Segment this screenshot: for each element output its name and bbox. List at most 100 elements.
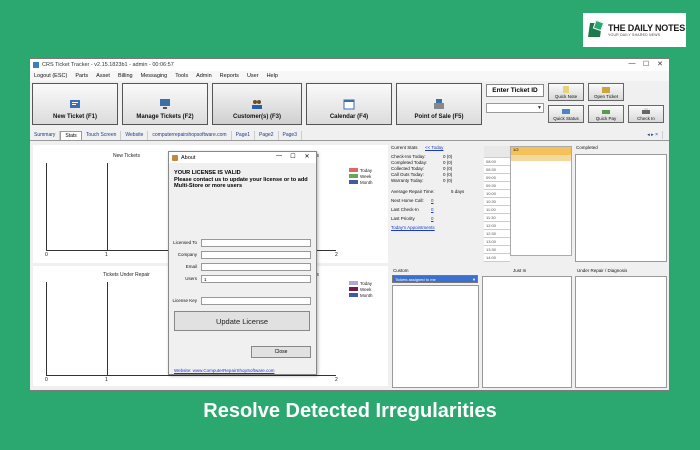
tab-touch-screen[interactable]: Touch Screen xyxy=(82,131,122,140)
tab-page2[interactable]: Page2 xyxy=(255,131,279,140)
point-of-sale-button[interactable]: Point of Sale (F5) xyxy=(396,83,482,125)
menu-admin[interactable]: Admin xyxy=(196,73,212,79)
manage-tickets-button[interactable]: Manage Tickets (F2) xyxy=(122,83,208,125)
license-key-field[interactable] xyxy=(201,297,311,305)
maximize-icon[interactable]: ☐ xyxy=(286,153,300,160)
quick-pay-button[interactable]: Quick Pay xyxy=(588,105,624,123)
completed-list[interactable] xyxy=(575,154,667,262)
last-priority-link[interactable]: 0 xyxy=(431,216,434,225)
menu-tools[interactable]: Tools xyxy=(175,73,188,79)
minimize-icon[interactable]: — xyxy=(625,60,639,68)
legend-swatch xyxy=(349,293,358,297)
minimize-icon[interactable]: — xyxy=(272,153,286,160)
legend-swatch xyxy=(349,180,358,184)
time-slots: 08:00 08:30 09:00 09:30 10:00 10:30 11:0… xyxy=(484,146,510,262)
company-label: Company xyxy=(177,252,197,257)
time-slot[interactable]: 08:30 xyxy=(484,166,510,174)
app-icon xyxy=(172,154,178,161)
open-ticket-button[interactable]: Open Ticket xyxy=(588,83,624,101)
time-slot[interactable]: 08:00 xyxy=(484,158,510,166)
x-tick: 0 xyxy=(45,252,48,258)
time-slot[interactable]: 13:30 xyxy=(484,246,510,254)
tab-website[interactable]: Website xyxy=(121,131,149,140)
x-axis xyxy=(46,375,336,376)
menu-reports[interactable]: Reports xyxy=(220,73,239,79)
logo-icon xyxy=(587,19,605,39)
custom-filter-select[interactable]: Tickets assigned to me ▼ xyxy=(392,275,478,283)
grid-line xyxy=(107,163,108,251)
appointments-link[interactable]: Today's Appointments xyxy=(391,225,435,234)
legend-swatch xyxy=(349,174,358,178)
chevron-down-icon: ▼ xyxy=(537,105,542,111)
update-license-button[interactable]: Update License xyxy=(174,311,310,331)
ticket-icon xyxy=(70,100,80,108)
printer-icon xyxy=(642,108,650,114)
time-slot[interactable]: 12:30 xyxy=(484,230,510,238)
tab-summary[interactable]: Summary xyxy=(30,131,61,140)
licensed-to-field[interactable] xyxy=(201,239,311,247)
today-link[interactable]: << Today xyxy=(425,145,443,154)
time-slot[interactable]: 13:00 xyxy=(484,238,510,246)
close-icon[interactable]: ✕ xyxy=(300,153,314,160)
stats-heading: Current Stats xyxy=(391,145,418,150)
time-slot[interactable]: 10:00 xyxy=(484,190,510,198)
legend-swatch xyxy=(349,281,358,285)
tab-page3[interactable]: Page3 xyxy=(279,131,302,140)
time-slot[interactable]: 11:30 xyxy=(484,214,510,222)
time-slot[interactable]: 09:30 xyxy=(484,182,510,190)
last-priority-label: Last Priority xyxy=(391,216,415,221)
calendar-button[interactable]: Calendar (F4) xyxy=(306,83,392,125)
monitor-icon xyxy=(160,99,170,109)
time-slot[interactable]: 14:00 xyxy=(484,254,510,262)
customers-button[interactable]: Customer(s) (F3) xyxy=(212,83,302,125)
maximize-icon[interactable]: ☐ xyxy=(639,60,653,68)
under-repair-label: Under Repair / Diagnosis xyxy=(577,268,628,273)
website-link[interactable]: Website: www.ComputerRepairShopSoftware.… xyxy=(174,368,274,373)
users-field[interactable]: 1 xyxy=(201,275,311,283)
grid-line xyxy=(107,282,108,376)
avg-repair-value: 5 days xyxy=(451,189,465,194)
next-home-call-link[interactable]: 0 xyxy=(431,198,434,207)
chart-legend: Today Week Month xyxy=(349,167,373,185)
quick-note-button[interactable]: Quick Note xyxy=(548,83,584,101)
current-stats: Current Stats << Today Check-Ins Today: 0 … xyxy=(391,145,481,234)
tab-crs-website[interactable]: computerrepairshopsoftware.com xyxy=(148,131,232,140)
menu-parts[interactable]: Parts xyxy=(75,73,88,79)
note-icon xyxy=(563,86,569,93)
tab-stats[interactable]: Stats xyxy=(60,131,82,140)
menu-help[interactable]: Help xyxy=(267,73,278,79)
under-repair-list[interactable] xyxy=(575,276,667,388)
time-slot[interactable]: 11:00 xyxy=(484,206,510,214)
brand-logo: THE DAILY NOTES YOUR DAILY SHARED NEWS xyxy=(583,13,686,47)
check-in-button[interactable]: Check In xyxy=(628,105,664,123)
caption-text: Resolve Detected Irregularities xyxy=(203,400,497,422)
custom-list[interactable] xyxy=(392,285,479,388)
time-slot[interactable]: 12:00 xyxy=(484,222,510,230)
menu-asset[interactable]: Asset xyxy=(96,73,110,79)
just-in-list[interactable] xyxy=(482,276,572,388)
menu-messaging[interactable]: Messaging xyxy=(141,73,168,79)
menu-user[interactable]: User xyxy=(247,73,259,79)
company-field[interactable] xyxy=(201,251,311,259)
new-ticket-button[interactable]: New Ticket (F1) xyxy=(32,83,118,125)
close-icon[interactable]: ✕ xyxy=(653,60,667,68)
next-home-call-label: Next Home Call: xyxy=(391,198,424,203)
cash-register-icon xyxy=(434,99,444,109)
avg-repair-label: Average Repair Time: xyxy=(391,189,435,194)
quick-status-button[interactable]: Quick Status xyxy=(548,105,584,123)
stats-content: New Tickets ts 0 1 2 Today Week Month Ti… xyxy=(30,142,669,390)
app-window: CRS Ticket Tracker - v2.15.1823b1 - admi… xyxy=(29,58,670,391)
ticket-id-input[interactable]: ▼ xyxy=(486,103,544,113)
last-checkin-link[interactable]: 0 xyxy=(431,207,434,216)
close-button[interactable]: Close xyxy=(251,346,311,358)
time-slot[interactable]: 09:00 xyxy=(484,174,510,182)
new-tickets-title: New Tickets xyxy=(113,153,140,159)
day-calendar[interactable]: 1/2 xyxy=(510,146,572,256)
legend-item: Month xyxy=(349,292,373,298)
tab-scroll-controls[interactable]: ◂ ▸ × xyxy=(643,131,663,139)
tab-page1[interactable]: Page1 xyxy=(232,131,256,140)
time-slot[interactable]: 10:30 xyxy=(484,198,510,206)
menu-billing[interactable]: Billing xyxy=(118,73,133,79)
email-field[interactable] xyxy=(201,263,311,271)
menu-logout[interactable]: Logout (ESC) xyxy=(34,73,67,79)
